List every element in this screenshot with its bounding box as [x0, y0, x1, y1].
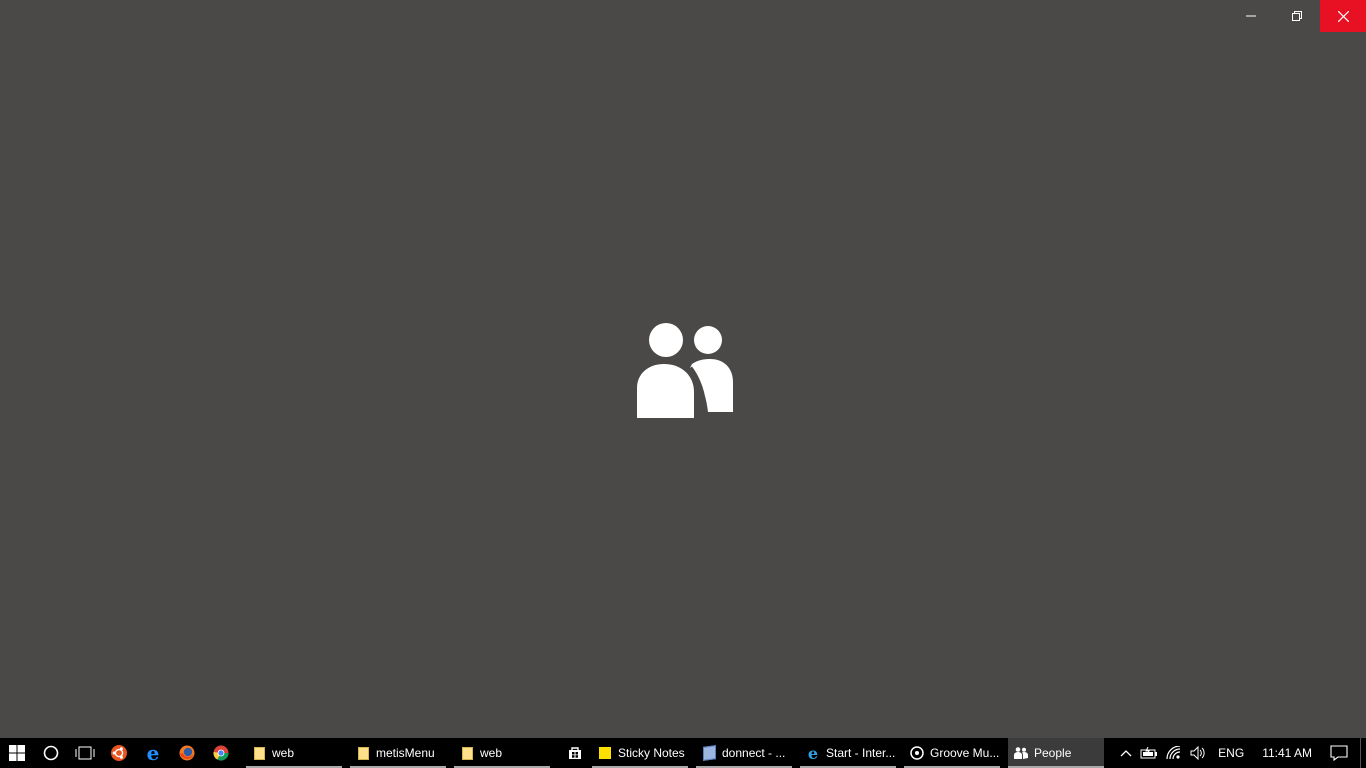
start-button[interactable]	[0, 738, 34, 768]
caption-buttons	[1228, 0, 1366, 32]
folder-icon	[252, 746, 266, 760]
taskbar-app-label: donnect - ...	[722, 746, 786, 760]
system-tray: ENG 11:41 AM	[1116, 738, 1366, 768]
firefox-button[interactable]	[170, 738, 204, 768]
internet-explorer-icon: e	[807, 743, 819, 763]
ubuntu-button[interactable]	[102, 738, 136, 768]
people-app-window	[0, 0, 1366, 738]
cortana-button[interactable]	[34, 738, 68, 768]
battery-icon	[1140, 747, 1158, 759]
store-button[interactable]	[558, 738, 592, 768]
store-icon	[569, 747, 581, 759]
chevron-up-icon	[1120, 750, 1132, 757]
taskbar-app-internet-explorer[interactable]: e Start - Inter...	[800, 738, 896, 768]
restore-button[interactable]	[1274, 0, 1320, 32]
close-button[interactable]	[1320, 0, 1366, 32]
battery-button[interactable]	[1136, 738, 1162, 768]
action-center-icon	[1330, 745, 1348, 761]
ubuntu-icon	[111, 745, 127, 761]
chrome-icon	[213, 745, 229, 761]
taskbar-app-label: Start - Inter...	[826, 746, 896, 760]
taskbar-app-people[interactable]: People	[1008, 738, 1104, 768]
taskbar: e web metisMenu web Sticky Notes donnect…	[0, 738, 1366, 768]
clock[interactable]: 11:41 AM	[1252, 738, 1322, 768]
network-button[interactable]	[1162, 738, 1186, 768]
folder-icon	[460, 746, 474, 760]
windows-logo-icon	[9, 745, 25, 761]
taskbar-app-metismenu[interactable]: metisMenu	[350, 738, 446, 768]
taskbar-app-groove-music[interactable]: Groove Mu...	[904, 738, 1000, 768]
minimize-icon	[1246, 15, 1256, 17]
taskbar-app-label: Groove Mu...	[930, 746, 1000, 760]
edge-button[interactable]: e	[136, 738, 170, 768]
task-view-button[interactable]	[68, 738, 102, 768]
show-desktop-button[interactable]	[1360, 738, 1366, 768]
restore-icon	[1292, 11, 1302, 21]
people-icon	[637, 323, 733, 418]
minimize-button[interactable]	[1228, 0, 1274, 32]
task-view-icon	[75, 746, 95, 760]
edge-icon: e	[146, 741, 160, 765]
taskbar-app-label: Sticky Notes	[618, 746, 685, 760]
taskbar-app-label: web	[272, 746, 295, 760]
close-icon	[1337, 10, 1349, 22]
taskbar-app-label: web	[480, 746, 503, 760]
volume-button[interactable]	[1186, 738, 1210, 768]
firefox-icon	[179, 745, 195, 761]
taskbar-app-web-2[interactable]: web	[454, 738, 550, 768]
wifi-icon	[1166, 746, 1181, 760]
chrome-button[interactable]	[204, 738, 238, 768]
clock-time: 11:41 AM	[1262, 746, 1312, 760]
volume-icon	[1190, 746, 1205, 760]
virtualbox-icon	[702, 745, 716, 761]
action-center-button[interactable]	[1322, 738, 1360, 768]
taskbar-app-label: People	[1034, 746, 1072, 760]
people-icon	[1014, 746, 1028, 760]
folder-icon	[356, 746, 370, 760]
taskbar-app-web-1[interactable]: web	[246, 738, 342, 768]
groove-music-icon	[910, 746, 924, 760]
taskbar-app-virtualbox[interactable]: donnect - ...	[696, 738, 792, 768]
sticky-notes-icon	[598, 746, 612, 760]
language-label: ENG	[1218, 746, 1245, 760]
show-hidden-icons-button[interactable]	[1116, 738, 1136, 768]
taskbar-app-label: metisMenu	[376, 746, 435, 760]
cortana-circle-icon	[43, 745, 59, 761]
taskbar-app-sticky-notes[interactable]: Sticky Notes	[592, 738, 688, 768]
language-indicator[interactable]: ENG	[1210, 738, 1252, 768]
